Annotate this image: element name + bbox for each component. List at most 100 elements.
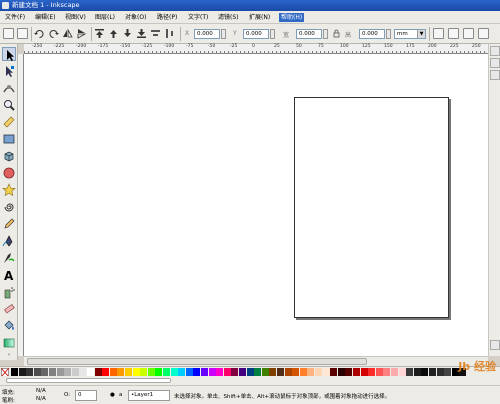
- palette-swatch[interactable]: [360, 368, 368, 376]
- palette-swatch[interactable]: [307, 368, 315, 376]
- palette-swatch[interactable]: [185, 368, 193, 376]
- lock-icon[interactable]: a: [119, 392, 122, 398]
- palette-swatch[interactable]: [231, 368, 239, 376]
- eye-icon[interactable]: ●: [110, 392, 115, 398]
- palette-swatch[interactable]: [444, 368, 452, 376]
- palette-swatch[interactable]: [102, 368, 110, 376]
- text-tool-button[interactable]: A: [2, 268, 16, 283]
- palette-swatch[interactable]: [41, 368, 49, 376]
- palette-swatch[interactable]: [117, 368, 125, 376]
- fill-value[interactable]: N/A: [36, 388, 46, 394]
- palette-swatch[interactable]: [163, 368, 170, 376]
- open-document-button[interactable]: [490, 58, 500, 68]
- palette-swatch[interactable]: [330, 368, 338, 376]
- x-field[interactable]: 0.000: [194, 29, 220, 39]
- align-button[interactable]: [150, 28, 161, 39]
- rotate-cw-button[interactable]: [48, 28, 59, 39]
- horizontal-scroll-thumb[interactable]: [27, 358, 367, 365]
- palette-swatch[interactable]: [193, 368, 201, 376]
- palette-swatch[interactable]: [429, 368, 436, 376]
- unit-select[interactable]: mm ▼: [394, 29, 426, 39]
- height-spin-button[interactable]: [386, 29, 391, 39]
- palette-swatch[interactable]: [33, 368, 41, 376]
- ellipse-tool-button[interactable]: [2, 166, 16, 180]
- palette-swatch[interactable]: [11, 368, 18, 376]
- palette-scrollbar[interactable]: [0, 376, 500, 385]
- spiral-tool-button[interactable]: [2, 200, 16, 214]
- palette-swatch[interactable]: [49, 368, 56, 376]
- palette-swatch[interactable]: [71, 368, 79, 376]
- palette-swatch[interactable]: [261, 368, 269, 376]
- y-spin-button[interactable]: [270, 29, 275, 39]
- palette-swatch[interactable]: [170, 368, 178, 376]
- palette-swatch[interactable]: [436, 368, 444, 376]
- distribute-button[interactable]: [164, 28, 175, 39]
- palette-swatch[interactable]: [299, 368, 307, 376]
- x-spin-button[interactable]: [221, 29, 226, 39]
- rectangle-tool-button[interactable]: [2, 132, 16, 146]
- palette-swatch[interactable]: [56, 368, 64, 376]
- document-page[interactable]: [294, 97, 449, 318]
- palette-swatch[interactable]: [315, 368, 322, 376]
- palette-swatch[interactable]: [413, 368, 421, 376]
- select-all-button[interactable]: [3, 28, 14, 39]
- palette-swatch[interactable]: [375, 368, 383, 376]
- palette-swatch[interactable]: [109, 368, 117, 376]
- palette-swatch[interactable]: [337, 368, 345, 376]
- palette-swatch[interactable]: [147, 368, 155, 376]
- star-tool-button[interactable]: [2, 183, 16, 197]
- move-patterns-toggle[interactable]: [478, 28, 489, 39]
- eraser-tool-button[interactable]: [2, 302, 16, 316]
- palette-swatch[interactable]: [178, 368, 186, 376]
- palette-swatch[interactable]: [64, 368, 72, 376]
- palette-swatch[interactable]: [277, 368, 284, 376]
- node-tool-button[interactable]: [2, 64, 16, 78]
- palette-scroll-thumb[interactable]: [6, 378, 171, 383]
- menu-text[interactable]: 文字(T): [186, 13, 210, 22]
- palette-swatch[interactable]: [398, 368, 406, 376]
- menu-edit[interactable]: 编辑(E): [33, 13, 57, 22]
- move-gradients-toggle[interactable]: [463, 28, 474, 39]
- height-field[interactable]: 0.000: [359, 29, 385, 39]
- palette-swatch[interactable]: [421, 368, 429, 376]
- save-document-button[interactable]: [490, 70, 500, 80]
- palette-swatch[interactable]: [87, 368, 94, 376]
- menu-extensions[interactable]: 扩展(N): [247, 13, 272, 22]
- menu-layer[interactable]: 图层(L): [93, 13, 117, 22]
- scroll-down-button[interactable]: [490, 340, 500, 350]
- palette-swatch[interactable]: [155, 368, 163, 376]
- palette-swatch[interactable]: [26, 368, 34, 376]
- pencil-tool-button[interactable]: [2, 217, 16, 231]
- layer-select[interactable]: •Layer1: [128, 390, 170, 401]
- flip-vertical-button[interactable]: [76, 28, 87, 39]
- menu-filters[interactable]: 滤镜(S): [216, 13, 241, 22]
- width-field[interactable]: 0.000: [296, 29, 322, 39]
- palette-swatch[interactable]: [345, 368, 353, 376]
- palette-swatch[interactable]: [239, 368, 246, 376]
- lower-to-bottom-button[interactable]: [136, 28, 147, 39]
- scale-stroke-toggle[interactable]: [433, 28, 444, 39]
- horizontal-scrollbar[interactable]: [24, 356, 488, 366]
- palette-swatch[interactable]: [383, 368, 391, 376]
- zoom-tool-button[interactable]: [2, 98, 16, 112]
- palette-swatch[interactable]: [406, 368, 414, 376]
- raise-button[interactable]: [108, 28, 119, 39]
- pen-tool-button[interactable]: [2, 234, 16, 248]
- palette-swatch[interactable]: [391, 368, 398, 376]
- palette-swatch[interactable]: [223, 368, 231, 376]
- palette-swatch[interactable]: [18, 368, 26, 376]
- y-field[interactable]: 0.000: [243, 29, 269, 39]
- palette-swatch[interactable]: [284, 368, 292, 376]
- selector-tool-button[interactable]: [2, 47, 16, 61]
- raise-to-top-button[interactable]: [94, 28, 105, 39]
- tweak-tool-button[interactable]: [2, 81, 16, 95]
- palette-swatch[interactable]: [132, 368, 140, 376]
- new-document-button[interactable]: [490, 46, 500, 56]
- palette-swatch[interactable]: [125, 368, 132, 376]
- palette-swatch[interactable]: [368, 368, 376, 376]
- palette-swatch[interactable]: [353, 368, 360, 376]
- rotate-ccw-button[interactable]: [34, 28, 45, 39]
- select-all-layers-button[interactable]: [17, 28, 28, 39]
- gradient-tool-button[interactable]: [2, 336, 16, 350]
- opacity-field[interactable]: 0: [75, 390, 97, 401]
